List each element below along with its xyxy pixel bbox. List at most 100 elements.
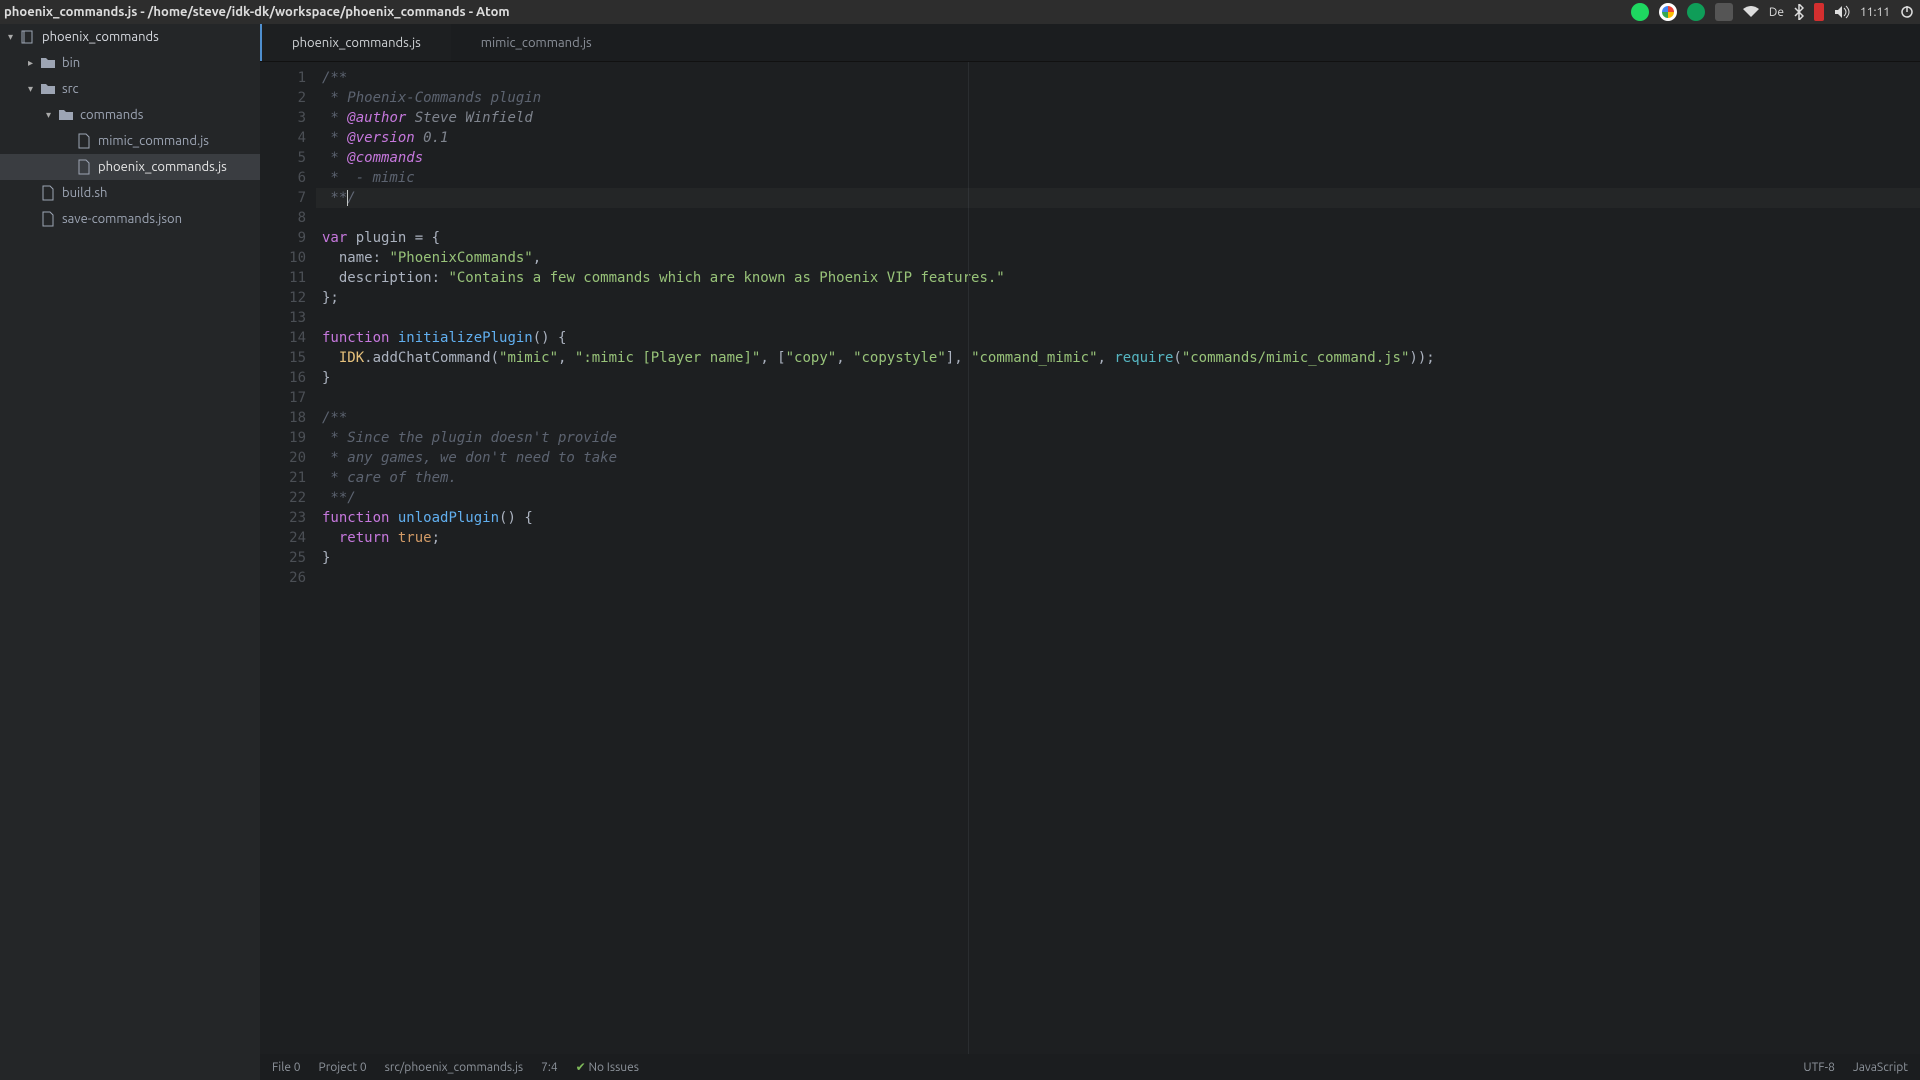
clock[interactable]: 11:11	[1860, 6, 1890, 19]
line-number: 18	[260, 408, 306, 428]
line-number: 25	[260, 548, 306, 568]
app-indicator-icon[interactable]	[1715, 3, 1733, 21]
code-line[interactable]: * Phoenix-Commands plugin	[322, 88, 1920, 108]
cursor-line-highlight	[316, 188, 1920, 208]
code-line[interactable]: /**	[322, 68, 1920, 88]
project-root[interactable]: ▾ phoenix_commands	[0, 24, 260, 50]
line-number: 4	[260, 128, 306, 148]
tree-view[interactable]: ▾ phoenix_commands ▸ bin ▾src▾commands mimi…	[0, 24, 260, 1080]
line-number: 23	[260, 508, 306, 528]
folder-icon	[58, 107, 74, 123]
code-line[interactable]: }	[322, 368, 1920, 388]
window-title: phoenix_commands.js - /home/steve/idk-dk…	[4, 5, 510, 19]
code-line[interactable]: **/	[322, 488, 1920, 508]
code-line[interactable]: * - mimic	[322, 168, 1920, 188]
tree-item-label: phoenix_commands.js	[98, 160, 227, 174]
code-content[interactable]: /** * Phoenix-Commands plugin * @author …	[316, 62, 1920, 1054]
tab[interactable]: phoenix_commands.js	[260, 24, 451, 61]
code-line[interactable]: /**	[322, 408, 1920, 428]
status-path[interactable]: src/phoenix_commands.js	[385, 1061, 524, 1074]
titlebar: phoenix_commands.js - /home/steve/idk-dk…	[0, 0, 1920, 24]
tree-item-label: save-commands.json	[62, 212, 182, 226]
text-cursor	[347, 190, 348, 206]
line-number: 19	[260, 428, 306, 448]
tree-file[interactable]: mimic_command.js	[0, 128, 260, 154]
wifi-icon[interactable]	[1743, 6, 1759, 18]
folder-icon	[40, 81, 56, 97]
tab[interactable]: mimic_command.js	[451, 24, 622, 61]
tree-item-label: mimic_command.js	[98, 134, 209, 148]
code-line[interactable]: }	[322, 548, 1920, 568]
code-line[interactable]: function unloadPlugin() {	[322, 508, 1920, 528]
tab-label: mimic_command.js	[481, 36, 592, 50]
code-line[interactable]: name: "PhoenixCommands",	[322, 248, 1920, 268]
line-number: 2	[260, 88, 306, 108]
tree-file[interactable]: save-commands.json	[0, 206, 260, 232]
status-lint[interactable]: ✔ No Issues	[576, 1060, 639, 1074]
code-line[interactable]: * any games, we don't need to take	[322, 448, 1920, 468]
line-number: 22	[260, 488, 306, 508]
file-icon	[40, 185, 56, 201]
folder-icon	[40, 55, 56, 71]
keyboard-layout[interactable]: De	[1769, 6, 1784, 19]
chevron-down-icon: ▾	[46, 109, 58, 121]
line-number: 17	[260, 388, 306, 408]
code-line[interactable]: var plugin = {	[322, 228, 1920, 248]
code-line[interactable]: function initializePlugin() {	[322, 328, 1920, 348]
line-number: 24	[260, 528, 306, 548]
line-number: 20	[260, 448, 306, 468]
chevron-down-icon: ▾	[28, 83, 40, 95]
tree-folder[interactable]: ▾commands	[0, 102, 260, 128]
line-number: 21	[260, 468, 306, 488]
code-line[interactable]	[322, 208, 1920, 228]
status-project-counter[interactable]: Project 0	[319, 1061, 367, 1074]
line-number: 16	[260, 368, 306, 388]
book-icon	[20, 29, 36, 45]
tree-file[interactable]: phoenix_commands.js	[0, 154, 260, 180]
line-number: 11	[260, 268, 306, 288]
line-number: 14	[260, 328, 306, 348]
line-number: 6	[260, 168, 306, 188]
code-line[interactable]	[322, 308, 1920, 328]
tree-folder[interactable]: ▾src	[0, 76, 260, 102]
code-line[interactable]: };	[322, 288, 1920, 308]
line-number: 10	[260, 248, 306, 268]
code-line[interactable]: description: "Contains a few commands wh…	[322, 268, 1920, 288]
status-language[interactable]: JavaScript	[1853, 1061, 1908, 1074]
code-line[interactable]	[322, 568, 1920, 588]
chevron-right-icon: ▸	[28, 57, 40, 69]
code-line[interactable]: * Since the plugin doesn't provide	[322, 428, 1920, 448]
code-line[interactable]	[322, 388, 1920, 408]
file-icon	[40, 211, 56, 227]
gutter: 1234567891011121314151617181920212223242…	[260, 62, 316, 1054]
code-line[interactable]: * @author Steve Winfield	[322, 108, 1920, 128]
line-number: 13	[260, 308, 306, 328]
code-line[interactable]: * care of them.	[322, 468, 1920, 488]
editor-pane: phoenix_commands.jsmimic_command.js 1234…	[260, 24, 1920, 1080]
line-number: 3	[260, 108, 306, 128]
hangouts-icon[interactable]	[1687, 3, 1705, 21]
status-encoding[interactable]: UTF-8	[1803, 1061, 1834, 1074]
bluetooth-icon[interactable]	[1794, 4, 1804, 20]
file-icon	[76, 159, 92, 175]
chrome-icon[interactable]	[1659, 3, 1677, 21]
tree-file[interactable]: build.sh	[0, 180, 260, 206]
text-editor[interactable]: 1234567891011121314151617181920212223242…	[260, 62, 1920, 1054]
check-icon: ✔	[576, 1061, 589, 1074]
volume-icon[interactable]	[1834, 5, 1850, 19]
power-icon[interactable]	[1900, 5, 1914, 19]
tree-item-label: build.sh	[62, 186, 107, 200]
code-line[interactable]: * @commands	[322, 148, 1920, 168]
code-line[interactable]: * @version 0.1	[322, 128, 1920, 148]
code-line[interactable]: IDK.addChatCommand("mimic", ":mimic [Pla…	[322, 348, 1920, 368]
battery-icon[interactable]	[1814, 3, 1824, 21]
tree-item-label: bin	[62, 56, 80, 70]
spotify-icon[interactable]	[1631, 3, 1649, 21]
status-file-counter[interactable]: File 0	[272, 1061, 301, 1074]
status-cursor-position[interactable]: 7:4	[541, 1061, 558, 1074]
app-window: ▾ phoenix_commands ▸ bin ▾src▾commands mimi…	[0, 24, 1920, 1080]
tree-folder[interactable]: ▸ bin	[0, 50, 260, 76]
tab-bar[interactable]: phoenix_commands.js mimic_command.js	[260, 24, 1920, 62]
line-number: 5	[260, 148, 306, 168]
code-line[interactable]: return true;	[322, 528, 1920, 548]
